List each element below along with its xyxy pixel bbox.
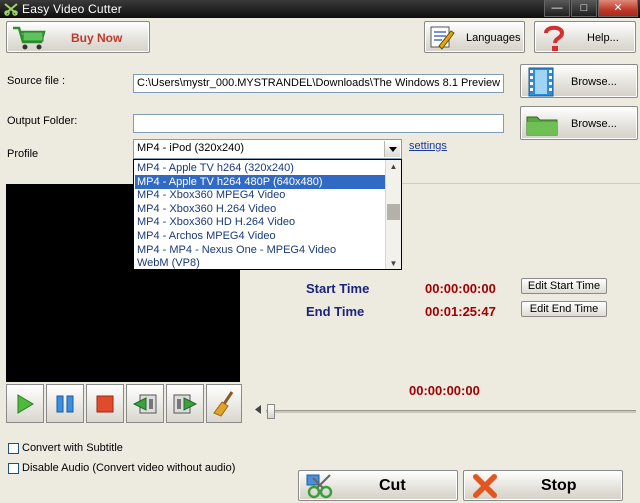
output-browse-button[interactable]: Browse...	[520, 106, 638, 140]
source-file-input[interactable]: C:\Users\mystr_000.MYSTRANDEL\Downloads\…	[133, 74, 504, 93]
languages-icon	[430, 26, 455, 50]
profile-label: Profile	[7, 148, 39, 160]
subtitle-checkbox[interactable]	[8, 443, 19, 454]
window-controls: — □ ✕	[544, 0, 638, 18]
disable-audio-checkbox[interactable]	[8, 463, 19, 474]
profile-selected-value: MP4 - iPod (320x240)	[137, 142, 244, 154]
profile-option[interactable]: MP4 - Apple TV h264 480P (640x480)	[135, 174, 385, 189]
output-folder-label: Output Folder:	[7, 115, 78, 127]
buy-now-button[interactable]: Buy Now	[6, 21, 150, 53]
start-time-label: Start Time	[306, 281, 370, 296]
profile-option[interactable]: MP4 - Xbox360 HD H.264 Video	[135, 215, 385, 229]
profile-option[interactable]: WebM (VP8)	[135, 256, 385, 269]
profile-option[interactable]: MP4 - Xbox360 H.264 Video	[135, 202, 385, 216]
broom-icon	[213, 390, 234, 417]
folder-icon	[526, 116, 558, 136]
cut-label: Cut	[379, 477, 406, 494]
subtitle-checkbox-label[interactable]: Convert with Subtitle	[22, 442, 123, 454]
play-icon	[17, 393, 34, 414]
pause-button[interactable]	[46, 384, 84, 423]
end-time-label: End Time	[306, 304, 365, 319]
edit-end-time-button[interactable]: Edit End Time	[521, 301, 607, 317]
edit-start-time-button[interactable]: Edit Start Time	[521, 278, 607, 294]
source-browse-button[interactable]: Browse...	[520, 64, 638, 98]
buy-now-label: Buy Now	[71, 31, 123, 45]
output-folder-input[interactable]	[133, 114, 504, 133]
disable-audio-checkbox-label[interactable]: Disable Audio (Convert video without aud…	[22, 462, 235, 474]
help-button[interactable]: Help...	[534, 21, 636, 53]
end-time-value: 00:01:25:47	[425, 304, 496, 319]
stop-playback-button[interactable]	[86, 384, 124, 423]
app-icon	[4, 3, 18, 16]
languages-label: Languages	[466, 32, 521, 44]
mark-start-icon	[132, 394, 157, 413]
profile-option[interactable]: MP4 - Archos MPEG4 Video	[135, 229, 385, 243]
clear-button[interactable]	[206, 384, 242, 423]
scrollbar-thumb[interactable]	[387, 204, 400, 220]
output-browse-label: Browse...	[571, 118, 617, 130]
profile-option[interactable]: MP4 - Apple TV h264 (320x240)	[135, 161, 385, 175]
window-title: Easy Video Cutter	[22, 2, 122, 16]
question-icon	[544, 25, 565, 51]
cut-button[interactable]: Cut	[298, 470, 458, 501]
dropdown-scrollbar[interactable]: ▲ ▼	[385, 160, 401, 269]
title-bar: Easy Video Cutter — □ ✕	[0, 0, 640, 18]
film-icon	[528, 67, 554, 97]
stop-icon	[96, 395, 114, 412]
pause-icon	[56, 395, 74, 412]
cart-icon	[13, 26, 46, 50]
minimize-button[interactable]: —	[544, 0, 570, 17]
start-time-value: 00:00:00:00	[425, 281, 496, 296]
slider-track[interactable]	[266, 410, 636, 413]
set-start-button[interactable]	[126, 384, 164, 423]
stop-x-icon	[473, 474, 497, 498]
scroll-up-icon[interactable]: ▲	[386, 161, 401, 171]
help-label: Help...	[587, 32, 619, 44]
stop-button[interactable]: Stop	[463, 470, 623, 501]
current-time-value: 00:00:00:00	[409, 383, 480, 398]
scroll-down-icon[interactable]: ▼	[386, 258, 401, 268]
set-end-button[interactable]	[166, 384, 204, 423]
languages-button[interactable]: Languages	[424, 21, 525, 53]
close-button[interactable]: ✕	[598, 0, 638, 17]
main-window: Easy Video Cutter — □ ✕ Buy Now Language…	[0, 0, 640, 503]
slider-left-arrow-icon[interactable]	[255, 405, 261, 414]
profile-dropdown-list[interactable]: MP4 - Apple TV h264 (320x240) MP4 - Apple…	[133, 159, 402, 270]
profile-option[interactable]: MP4 - MP4 - Nexus One - MPEG4 Video	[135, 243, 385, 257]
settings-link[interactable]: settings	[409, 140, 447, 152]
maximize-button[interactable]: □	[571, 0, 597, 17]
slider-thumb[interactable]	[267, 404, 275, 419]
stop-label: Stop	[541, 477, 577, 494]
source-browse-label: Browse...	[571, 76, 617, 88]
scissors-icon	[306, 474, 333, 499]
play-button[interactable]	[6, 384, 44, 423]
chevron-down-icon[interactable]	[384, 141, 400, 157]
profile-select[interactable]: MP4 - iPod (320x240)	[133, 139, 402, 159]
mark-end-icon	[173, 394, 198, 413]
profile-option[interactable]: MP4 - Xbox360 MPEG4 Video	[135, 188, 385, 202]
source-file-label: Source file :	[7, 75, 66, 87]
